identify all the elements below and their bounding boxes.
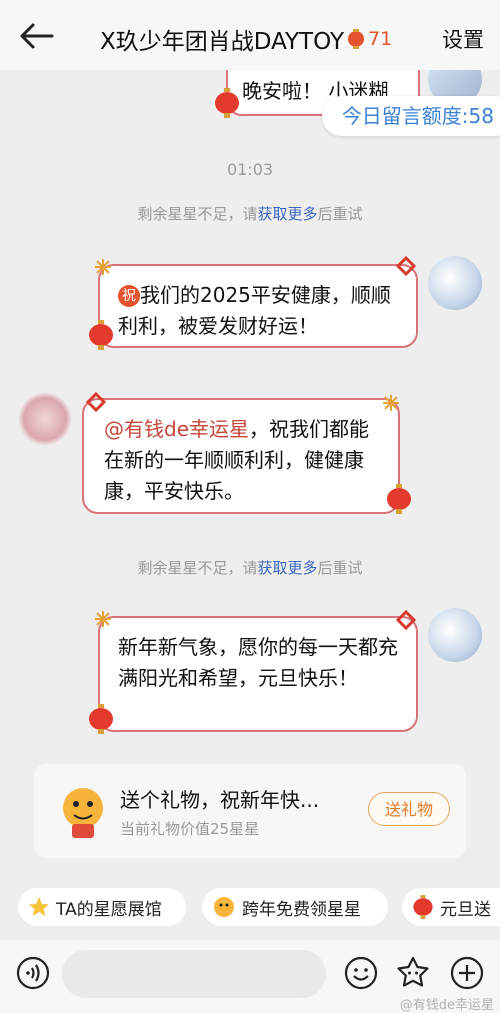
lantern-icon bbox=[215, 88, 239, 118]
chinese-knot-icon bbox=[86, 392, 106, 412]
mention-link[interactable]: @有钱de幸运星 bbox=[104, 417, 249, 441]
tiger-gift-icon bbox=[63, 788, 103, 838]
lantern-icon bbox=[413, 895, 433, 919]
get-more-link[interactable]: 获取更多 bbox=[257, 559, 317, 577]
avatar[interactable] bbox=[428, 256, 482, 310]
timestamp: 01:03 bbox=[226, 160, 274, 179]
title-text: X玖少年团肖战DAYTOY bbox=[100, 29, 345, 55]
chip-star-gallery[interactable]: TA的星愿展馆 bbox=[18, 888, 186, 926]
system-notice: 剩余星星不足，请获取更多后重试 bbox=[0, 203, 500, 224]
lantern-icon bbox=[387, 484, 411, 514]
quick-action-chips: TA的星愿展馆 跨年免费领星星 元旦送 bbox=[0, 880, 500, 936]
firework-icon bbox=[95, 259, 111, 275]
star-icon bbox=[29, 897, 49, 916]
title-count: 71 bbox=[368, 28, 393, 50]
notice-prefix: 剩余星星不足，请 bbox=[137, 559, 258, 577]
gift-title: 送个礼物，祝新年快... bbox=[120, 788, 320, 812]
add-icon[interactable] bbox=[450, 956, 484, 990]
message-bubble[interactable]: 祝我们的2025平安健康，顺顺利利，被爱发财好运！ bbox=[98, 264, 418, 348]
gift-card[interactable]: 送个礼物，祝新年快... 当前礼物价值25星星 送礼物 bbox=[34, 764, 466, 858]
message-text: 新年新气象，愿你的每一天都充满阳光和希望，元旦快乐！ bbox=[118, 635, 398, 690]
message-text: 我们的2025平安健康，顺顺利利，被爱发财好运！ bbox=[118, 283, 391, 338]
notice-suffix: 后重试 bbox=[317, 559, 363, 577]
settings-button[interactable]: 设置 bbox=[442, 24, 484, 54]
back-arrow-icon[interactable] bbox=[18, 22, 54, 50]
lantern-icon bbox=[89, 320, 113, 350]
system-notice: 剩余星星不足，请获取更多后重试 bbox=[0, 557, 500, 578]
message-bubble[interactable]: @有钱de幸运星，祝我们都能在新的一年顺顺利利，健健康康，平安快乐。 bbox=[82, 398, 400, 514]
chinese-knot-icon bbox=[396, 610, 416, 630]
chip-free-stars[interactable]: 跨年免费领星星 bbox=[202, 888, 388, 926]
lantern-count-icon bbox=[348, 29, 365, 49]
firework-icon bbox=[95, 611, 111, 627]
input-bar: @有钱de幸运星 bbox=[0, 940, 500, 1013]
tiger-icon bbox=[214, 897, 234, 917]
avatar[interactable] bbox=[18, 392, 72, 446]
quota-badge: 今日留言额度:58 bbox=[321, 96, 500, 136]
gift-subtitle: 当前礼物价值25星星 bbox=[120, 820, 260, 838]
lantern-icon bbox=[89, 704, 113, 734]
chip-label: 跨年免费领星星 bbox=[242, 899, 361, 920]
chat-area[interactable]: 晚安啦！ 小迷糊 今日留言额度:58 01:03 剩余星星不足，请获取更多后重试… bbox=[0, 70, 500, 938]
send-gift-button[interactable]: 送礼物 bbox=[368, 792, 450, 826]
emoji-icon[interactable] bbox=[344, 956, 378, 990]
watermark: @有钱de幸运星 bbox=[399, 998, 494, 1013]
firework-icon bbox=[383, 395, 399, 411]
message-bubble[interactable]: 新年新气象，愿你的每一天都充满阳光和希望，元旦快乐！ bbox=[98, 616, 418, 732]
header-bar: X玖少年团肖战DAYTOY 71 设置 bbox=[0, 0, 500, 70]
chinese-knot-icon bbox=[396, 256, 416, 276]
get-more-link[interactable]: 获取更多 bbox=[257, 205, 317, 223]
chip-new-year-gift[interactable]: 元旦送 bbox=[402, 888, 500, 926]
wish-badge-icon: 祝 bbox=[118, 285, 140, 307]
star-face-icon[interactable] bbox=[396, 956, 430, 990]
chip-label: TA的星愿展馆 bbox=[56, 899, 162, 920]
voice-icon[interactable] bbox=[16, 956, 50, 990]
page-title: X玖少年团肖战DAYTOY 71 bbox=[100, 22, 392, 56]
notice-suffix: 后重试 bbox=[317, 205, 363, 223]
notice-prefix: 剩余星星不足，请 bbox=[137, 205, 258, 223]
avatar[interactable] bbox=[428, 608, 482, 662]
chip-label: 元旦送 bbox=[440, 899, 491, 920]
message-input[interactable] bbox=[62, 950, 326, 998]
